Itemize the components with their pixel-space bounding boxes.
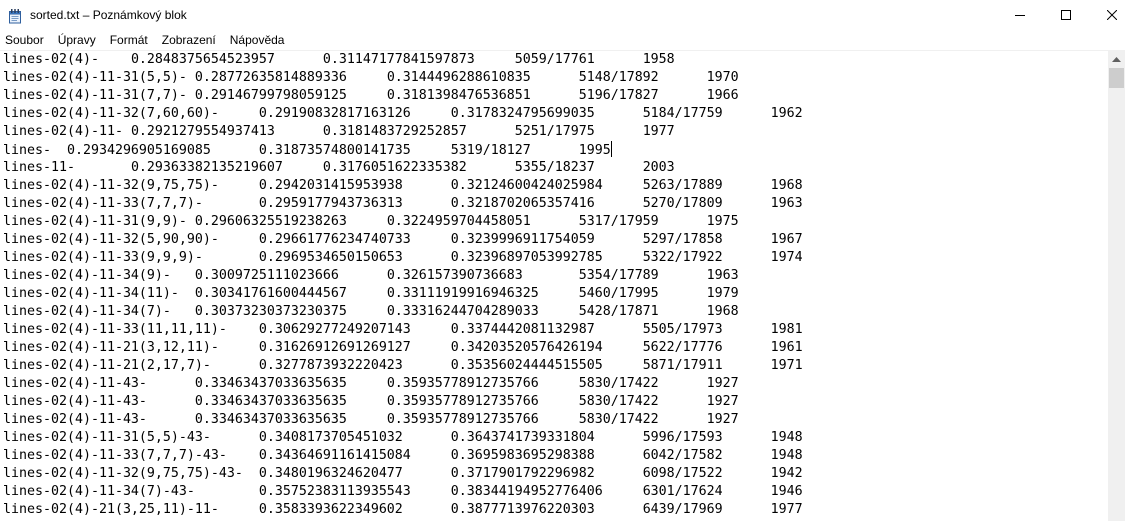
text-editor[interactable]: lines-02(4)- 0.2848375654523957 0.311471… (0, 51, 1108, 521)
chevron-up-icon (1112, 57, 1121, 62)
text-line[interactable]: lines-02(4)-11-32(9,75,75)-43- 0.3480196… (3, 465, 1108, 483)
text-line[interactable]: lines-02(4)-11-32(7,60,60)- 0.2919083281… (3, 105, 1108, 123)
title-bar[interactable]: sorted.txt – Poznámkový blok (0, 0, 1125, 31)
text-line[interactable]: lines-02(4)-11-43- 0.33463437033635635 0… (3, 411, 1108, 429)
text-line[interactable]: lines-02(4)-11-21(3,12,11)- 0.3162691269… (3, 339, 1108, 357)
window-title: sorted.txt – Poznámkový blok (30, 8, 187, 22)
text-line[interactable]: lines-02(4)-11-31(5,5)-43- 0.34081737054… (3, 429, 1108, 447)
text-line[interactable]: lines-02(4)-11-32(5,90,90)- 0.2966177623… (3, 231, 1108, 249)
text-line[interactable]: lines-02(4)-11-34(7)-43- 0.3575238311393… (3, 483, 1108, 501)
text-line[interactable]: lines-02(4)-11-31(7,7)- 0.29146799798059… (3, 87, 1108, 105)
minimize-icon (1015, 10, 1025, 20)
minimize-button[interactable] (997, 0, 1043, 31)
menu-view[interactable]: Zobrazení (155, 31, 223, 50)
text-cursor (610, 141, 612, 157)
text-line[interactable]: lines-02(4)-21(3,25,11)-11- 0.3583393622… (3, 501, 1108, 519)
text-line[interactable]: lines-02(4)-11-33(11,11,11)- 0.306292772… (3, 321, 1108, 339)
close-button[interactable] (1089, 0, 1125, 31)
text-line[interactable]: lines-11- 0.29363382135219607 0.31760516… (3, 159, 1108, 177)
text-line[interactable]: lines-02(4)-11- 0.2921279554937413 0.318… (3, 123, 1108, 141)
text-line[interactable]: lines-02(4)-11-31(5,5)- 0.28772635814889… (3, 69, 1108, 87)
text-line[interactable]: lines-02(4)- 0.2848375654523957 0.311471… (3, 51, 1108, 69)
text-line[interactable]: lines-02(4)-11-33(7,7,7)-43- 0.343646911… (3, 447, 1108, 465)
scrollbar-thumb[interactable] (1109, 68, 1124, 88)
text-line[interactable]: lines-02(4)-11-33(9,9,9)- 0.296953465015… (3, 249, 1108, 267)
menu-format[interactable]: Formát (103, 31, 155, 50)
text-line[interactable]: lines-02(4)-11-43- 0.33463437033635635 0… (3, 393, 1108, 411)
scroll-up-button[interactable] (1108, 51, 1125, 68)
menu-edit[interactable]: Úpravy (51, 31, 103, 50)
text-line[interactable]: lines-02(4)-11-34(11)- 0.303417616004445… (3, 285, 1108, 303)
text-line[interactable]: lines-02(4)-11-34(9)- 0.3009725111023666… (3, 267, 1108, 285)
menu-help[interactable]: Nápověda (223, 31, 292, 50)
text-line[interactable]: lines-02(4)-11-43- 0.33463437033635635 0… (3, 375, 1108, 393)
text-content[interactable]: lines-02(4)- 0.2848375654523957 0.311471… (0, 51, 1108, 519)
maximize-icon (1061, 10, 1071, 20)
text-line[interactable]: lines-02(4)-11-21(2,17,7)- 0.32778739322… (3, 357, 1108, 375)
text-line[interactable]: lines- 0.2934296905169085 0.318735748001… (3, 141, 1108, 159)
menu-file[interactable]: Soubor (0, 31, 51, 50)
maximize-button[interactable] (1043, 0, 1089, 31)
text-line[interactable]: lines-02(4)-11-31(9,9)- 0.29606325519238… (3, 213, 1108, 231)
text-line[interactable]: lines-02(4)-11-32(9,75,75)- 0.2942031415… (3, 177, 1108, 195)
notepad-icon[interactable] (7, 8, 23, 24)
close-icon (1107, 10, 1117, 20)
vertical-scrollbar[interactable] (1108, 51, 1125, 521)
menu-bar: Soubor Úpravy Formát Zobrazení Nápověda (0, 31, 1125, 50)
text-line[interactable]: lines-02(4)-11-33(7,7,7)- 0.295917794373… (3, 195, 1108, 213)
text-line[interactable]: lines-02(4)-11-34(7)- 0.3037323037323037… (3, 303, 1108, 321)
